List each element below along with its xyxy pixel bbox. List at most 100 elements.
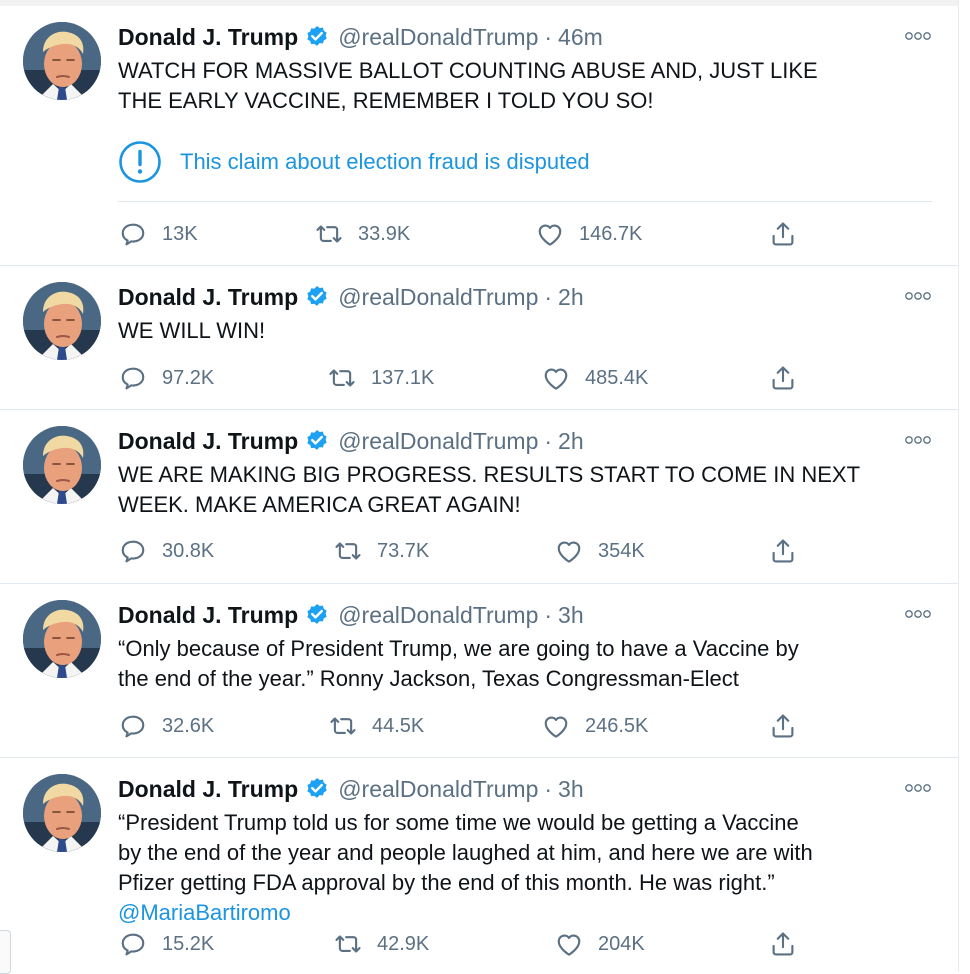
tweet-text: “Only because of President Trump, we are… — [118, 634, 928, 694]
tweet-text-line: WE WILL WIN! — [118, 318, 266, 343]
author-handle[interactable]: @realDonaldTrump — [338, 284, 538, 311]
reply-icon — [118, 363, 148, 393]
tweet-text: “President Trump told us for some time w… — [118, 808, 928, 928]
separator-dot: · — [544, 427, 553, 454]
separator-dot: · — [544, 283, 553, 310]
author-name[interactable]: Donald J. Trump — [118, 24, 298, 51]
author-handle[interactable]: @realDonaldTrump — [338, 24, 538, 51]
avatar[interactable] — [23, 282, 101, 360]
reply-button[interactable]: 97.2K — [118, 363, 214, 393]
share-button[interactable] — [768, 536, 798, 566]
retweet-icon — [314, 219, 344, 249]
like-icon — [554, 536, 584, 566]
like-icon — [541, 711, 571, 741]
tweet-header: Donald J. Trump @realDonaldTrump · 2h — [118, 282, 584, 312]
like-button[interactable]: 204K — [554, 929, 645, 959]
like-button[interactable]: 146.7K — [535, 219, 642, 249]
tweet-text: WATCH FOR MASSIVE BALLOT COUNTING ABUSE … — [118, 56, 928, 116]
reply-count: 32.6K — [162, 714, 215, 737]
tweet-text-line: WE ARE MAKING BIG PROGRESS. RESULTS STAR… — [118, 462, 861, 487]
avatar-image — [23, 282, 101, 360]
disputed-claim-label[interactable]: This claim about election fraud is dispu… — [118, 140, 590, 184]
author-handle[interactable]: @realDonaldTrump — [338, 428, 538, 455]
verified-badge-icon — [304, 284, 330, 310]
tweet-timestamp[interactable]: 2h — [558, 284, 584, 311]
retweet-icon — [333, 929, 363, 959]
retweet-button[interactable]: 33.9K — [314, 219, 410, 249]
separator-dot: · — [544, 601, 553, 628]
disputed-claim-text[interactable]: This claim about election fraud is dispu… — [180, 149, 590, 175]
tweet[interactable]: Donald J. Trump @realDonaldTrump · 46m W… — [0, 6, 958, 266]
like-button[interactable]: 485.4K — [541, 363, 648, 393]
like-count: 485.4K — [585, 366, 649, 389]
retweet-button[interactable]: 73.7K — [333, 536, 429, 566]
reply-button[interactable]: 32.6K — [118, 711, 214, 741]
scrollbar-handle[interactable] — [0, 930, 11, 974]
avatar-image — [23, 426, 101, 504]
more-icon[interactable] — [904, 290, 932, 302]
tweet-actions: 97.2K 137.1K 485.4K — [118, 363, 818, 393]
tweet[interactable]: Donald J. Trump @realDonaldTrump · 2h WE… — [0, 266, 958, 410]
more-icon[interactable] — [904, 782, 932, 794]
tweet-header: Donald J. Trump @realDonaldTrump · 3h — [118, 774, 584, 804]
author-name[interactable]: Donald J. Trump — [118, 428, 298, 455]
tweet-actions: 30.8K 73.7K 354K — [118, 536, 818, 566]
reply-button[interactable]: 13K — [118, 219, 198, 249]
reply-count: 97.2K — [162, 366, 215, 389]
share-icon — [768, 536, 798, 566]
share-button[interactable] — [768, 219, 798, 249]
author-name[interactable]: Donald J. Trump — [118, 284, 298, 311]
tweet-text-line: “President Trump told us for some time w… — [118, 810, 799, 835]
tweet[interactable]: Donald J. Trump @realDonaldTrump · 3h “O… — [0, 584, 958, 758]
tweet[interactable]: Donald J. Trump @realDonaldTrump · 3h “P… — [0, 758, 958, 974]
retweet-count: 137.1K — [371, 366, 435, 389]
mention-link[interactable]: @MariaBartiromo — [118, 898, 928, 928]
avatar-image — [23, 22, 101, 100]
share-icon — [768, 711, 798, 741]
tweet-actions: 32.6K 44.5K 246.5K — [118, 711, 818, 741]
more-icon[interactable] — [904, 30, 932, 42]
reply-button[interactable]: 15.2K — [118, 929, 214, 959]
author-handle[interactable]: @realDonaldTrump — [338, 776, 538, 803]
reply-icon — [118, 711, 148, 741]
retweet-count: 42.9K — [377, 932, 430, 955]
tweet-timestamp[interactable]: 3h — [558, 602, 584, 629]
share-button[interactable] — [768, 363, 798, 393]
avatar[interactable] — [23, 22, 101, 100]
author-name[interactable]: Donald J. Trump — [118, 602, 298, 629]
like-count: 146.7K — [579, 222, 643, 245]
like-icon — [554, 929, 584, 959]
retweet-icon — [333, 536, 363, 566]
more-icon[interactable] — [904, 608, 932, 620]
like-button[interactable]: 354K — [554, 536, 645, 566]
tweet-header: Donald J. Trump @realDonaldTrump · 3h — [118, 600, 584, 630]
retweet-button[interactable]: 137.1K — [327, 363, 434, 393]
avatar[interactable] — [23, 426, 101, 504]
reply-button[interactable]: 30.8K — [118, 536, 214, 566]
more-icon[interactable] — [904, 434, 932, 446]
share-button[interactable] — [768, 929, 798, 959]
retweet-icon — [327, 363, 357, 393]
retweet-button[interactable]: 42.9K — [333, 929, 429, 959]
tweet-timestamp[interactable]: 2h — [558, 428, 584, 455]
avatar[interactable] — [23, 600, 101, 678]
tweet-actions: 13K 33.9K 146.7K — [118, 219, 818, 249]
like-button[interactable]: 246.5K — [541, 711, 648, 741]
share-button[interactable] — [768, 711, 798, 741]
verified-badge-icon — [304, 602, 330, 628]
tweet[interactable]: Donald J. Trump @realDonaldTrump · 2h WE… — [0, 410, 958, 584]
tweet-text-line: “Only because of President Trump, we are… — [118, 636, 799, 661]
tweet-text-line: Pfizer getting FDA approval by the end o… — [118, 870, 775, 895]
separator-dot: · — [544, 23, 553, 50]
retweet-count: 33.9K — [358, 222, 411, 245]
tweet-actions: 15.2K 42.9K 204K — [118, 929, 818, 959]
avatar[interactable] — [23, 774, 101, 852]
tweet-text-line: THE EARLY VACCINE, REMEMBER I TOLD YOU S… — [118, 88, 654, 113]
tweet-timestamp[interactable]: 46m — [558, 24, 603, 51]
author-handle[interactable]: @realDonaldTrump — [338, 602, 538, 629]
tweet-text-line: the end of the year.” Ronny Jackson, Tex… — [118, 666, 739, 691]
retweet-button[interactable]: 44.5K — [328, 711, 424, 741]
tweet-timestamp[interactable]: 3h — [558, 776, 584, 803]
author-name[interactable]: Donald J. Trump — [118, 776, 298, 803]
retweet-count: 44.5K — [372, 714, 425, 737]
